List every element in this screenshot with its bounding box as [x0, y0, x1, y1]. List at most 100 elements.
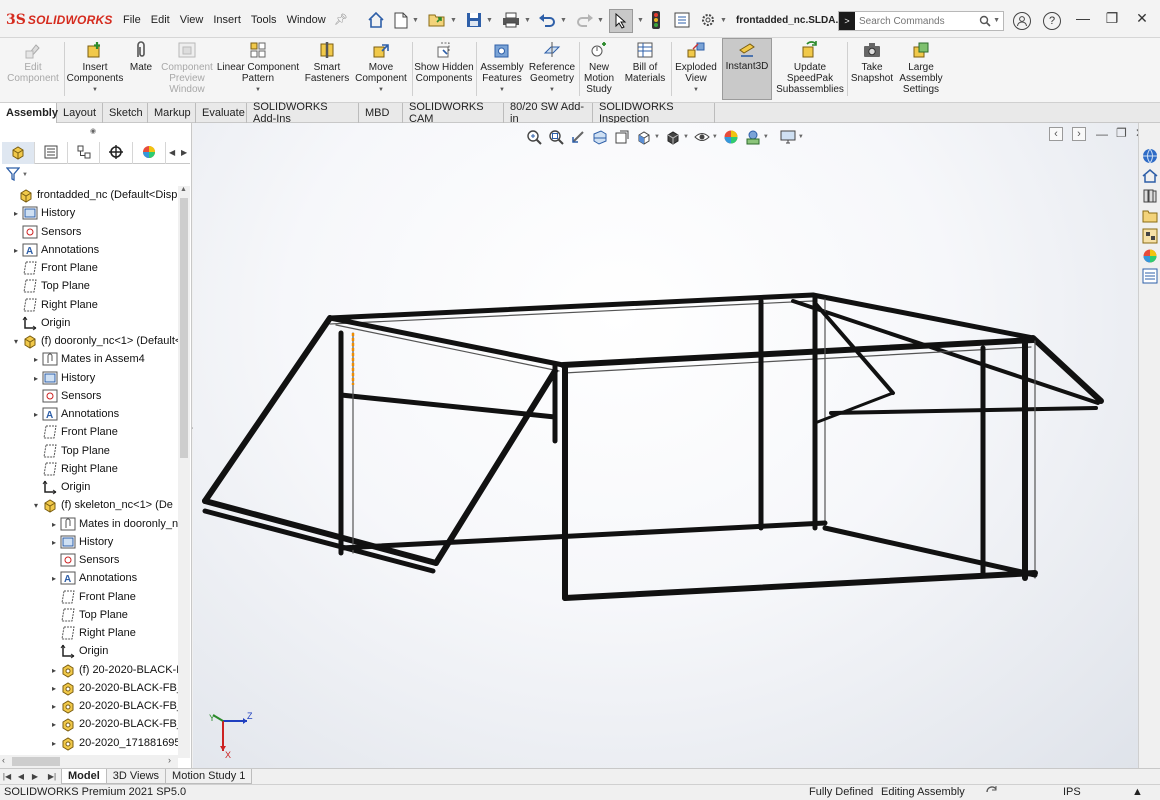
unit-system[interactable]: IPS: [1063, 786, 1081, 798]
dimxpertmanager-tab[interactable]: [100, 142, 134, 164]
solidworks-resources-globe-icon[interactable]: [1141, 147, 1159, 165]
new-document-icon[interactable]: [393, 9, 409, 31]
design-library-icon[interactable]: [1141, 187, 1159, 205]
tree-item[interactable]: Right Plane: [48, 624, 136, 642]
home-task-pane-icon[interactable]: [1141, 167, 1159, 185]
view-palette-icon[interactable]: [1141, 227, 1159, 245]
expand-toggle-icon[interactable]: ▸: [30, 374, 42, 383]
tree-item[interactable]: ▸ History: [48, 533, 113, 551]
help-icon[interactable]: ?: [1043, 12, 1061, 30]
tree-item[interactable]: ▸ 20-2020_1718816958<: [48, 734, 178, 752]
assembly-features-dropdown-icon[interactable]: ▼: [499, 85, 505, 96]
vertical-scroll-thumb[interactable]: [180, 198, 188, 458]
menu-window[interactable]: Window: [282, 14, 331, 26]
scroll-left-icon[interactable]: ‹: [2, 755, 5, 765]
options-dropdown-icon[interactable]: ▼: [720, 17, 727, 24]
undo-icon[interactable]: [538, 9, 556, 31]
tab-3d-views[interactable]: 3D Views: [105, 769, 167, 784]
scroll-right-icon[interactable]: ›: [168, 755, 171, 765]
exploded-view-dropdown-icon[interactable]: ▼: [693, 85, 699, 96]
tab-motion-study-1[interactable]: Motion Study 1: [165, 769, 253, 784]
expand-toggle-icon[interactable]: ▸: [48, 702, 60, 711]
expand-toggle-icon[interactable]: ▸: [48, 720, 60, 729]
show-hidden-components-button[interactable]: Show Hidden Components: [414, 40, 474, 98]
tree-item[interactable]: ▸ 20-2020-BLACK-FB_17: [48, 715, 178, 733]
tab-evaluate[interactable]: Evaluate: [196, 103, 247, 123]
expand-toggle-icon[interactable]: ▸: [48, 739, 60, 748]
next-tab-arrow-icon[interactable]: ▶: [28, 772, 42, 781]
tree-item[interactable]: Top Plane: [10, 277, 90, 295]
tab-mbd[interactable]: MBD: [359, 103, 403, 123]
first-tab-arrow-icon[interactable]: |◀: [0, 772, 14, 781]
tree-item[interactable]: Origin: [10, 314, 70, 332]
expand-toggle-icon[interactable]: ▾: [30, 501, 42, 510]
panel-collapse-grip-icon[interactable]: ◉: [90, 127, 96, 135]
redo-dropdown-icon[interactable]: ▼: [597, 17, 604, 24]
tree-horizontal-scrollbar[interactable]: ‹ ›: [0, 755, 178, 768]
prev-tab-arrow-icon[interactable]: ◀: [14, 772, 28, 781]
tree-item[interactable]: Front Plane: [48, 588, 136, 606]
new-dropdown-icon[interactable]: ▼: [412, 17, 419, 24]
tree-item[interactable]: ▸ A Annotations: [10, 241, 99, 259]
expand-toggle-icon[interactable]: ▸: [48, 520, 60, 529]
tree-item[interactable]: Sensors: [48, 551, 119, 569]
tree-item[interactable]: Right Plane: [10, 296, 98, 314]
options-gear-icon[interactable]: [699, 9, 717, 31]
tree-vertical-scrollbar[interactable]: ▲: [178, 186, 190, 758]
search-mode-icon[interactable]: >: [839, 12, 855, 30]
tab-model[interactable]: Model: [61, 769, 107, 784]
expand-toggle-icon[interactable]: ▸: [48, 684, 60, 693]
search-icon[interactable]: [979, 15, 991, 30]
tab-markup[interactable]: Markup: [148, 103, 196, 123]
tree-item[interactable]: Right Plane: [30, 460, 118, 478]
tree-item[interactable]: ▾ (f) dooronly_nc<1> (Default<D: [10, 332, 178, 350]
tree-item[interactable]: Top Plane: [48, 606, 128, 624]
rebuild-indicator-icon[interactable]: [985, 786, 999, 800]
exploded-view-button[interactable]: Exploded View ▼: [673, 40, 719, 98]
expand-toggle-icon[interactable]: ▸: [10, 209, 22, 218]
user-account-icon[interactable]: [1013, 12, 1031, 30]
select-cursor-icon[interactable]: [609, 9, 633, 33]
tree-item[interactable]: ▸ 20-2020-BLACK-FB_17: [48, 697, 178, 715]
tree-item[interactable]: ▸ Mates in Assem4: [30, 350, 145, 368]
large-assembly-settings-button[interactable]: Large Assembly Settings: [896, 40, 946, 98]
expand-toggle-icon[interactable]: ▸: [48, 666, 60, 675]
reference-geometry-button[interactable]: Reference Geometry ▼: [527, 40, 577, 98]
pin-icon[interactable]: 📌︎: [334, 13, 348, 26]
expand-toggle-icon[interactable]: ▸: [48, 538, 60, 547]
tree-item[interactable]: ▸ History: [30, 369, 95, 387]
tab-solidworks-cam[interactable]: SOLIDWORKS CAM: [403, 101, 504, 125]
minimize-window-icon[interactable]: —: [1073, 10, 1093, 26]
assembly-features-button[interactable]: Assembly Features ▼: [478, 40, 526, 98]
menu-file[interactable]: File: [118, 14, 146, 26]
horizontal-scroll-thumb[interactable]: [12, 757, 60, 766]
take-snapshot-button[interactable]: Take Snapshot: [849, 40, 895, 98]
redo-icon[interactable]: [576, 9, 594, 31]
tree-item[interactable]: ▸ History: [10, 204, 75, 222]
tree-item[interactable]: Origin: [30, 478, 90, 496]
menu-view[interactable]: View: [175, 14, 209, 26]
expand-toggle-icon[interactable]: ▸: [30, 355, 42, 364]
bill-of-materials-button[interactable]: Bill of Materials: [621, 40, 669, 98]
expand-toggle-icon[interactable]: ▸: [48, 574, 60, 583]
manager-tabs-left-arrow-icon[interactable]: ◀: [166, 142, 178, 163]
tab-assembly[interactable]: Assembly: [0, 103, 58, 123]
update-speedpak-button[interactable]: Update SpeedPak Subassemblies: [776, 40, 844, 98]
tree-filter-icon[interactable]: [5, 167, 21, 184]
propertymanager-tab[interactable]: [35, 142, 68, 164]
model-frame[interactable]: [193, 123, 1138, 768]
search-commands-box[interactable]: > ▼: [838, 11, 1004, 31]
scroll-up-icon[interactable]: ▲: [180, 186, 187, 193]
print-dropdown-icon[interactable]: ▼: [524, 17, 531, 24]
mate-button[interactable]: Mate: [126, 40, 156, 98]
new-motion-study-button[interactable]: New Motion Study: [581, 40, 617, 98]
menu-edit[interactable]: Edit: [146, 14, 175, 26]
rebuild-traffic-light-icon[interactable]: [651, 9, 661, 31]
linear-pattern-dropdown-icon[interactable]: ▼: [255, 85, 261, 96]
restore-window-icon[interactable]: ❐: [1102, 10, 1122, 27]
home-icon[interactable]: [367, 9, 385, 31]
insert-components-dropdown-icon[interactable]: ▼: [92, 85, 98, 96]
tree-item[interactable]: ▸ Mates in dooronly_nc: [48, 515, 178, 533]
save-dropdown-icon[interactable]: ▼: [486, 17, 493, 24]
tree-item[interactable]: ▾ (f) skeleton_nc<1> (De: [30, 496, 173, 514]
